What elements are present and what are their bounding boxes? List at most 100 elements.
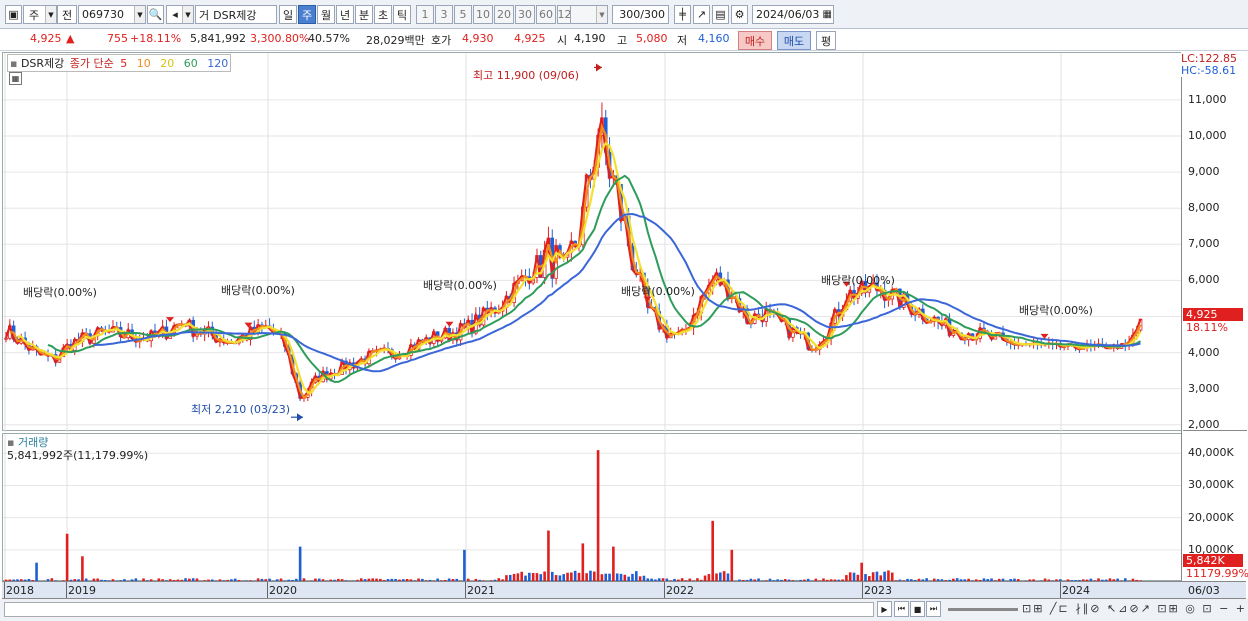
volume-bar <box>65 533 69 582</box>
interval-tab-1[interactable]: 1 <box>416 5 434 24</box>
calendar-icon[interactable]: ▦ <box>823 9 832 20</box>
zoom-slider[interactable] <box>948 608 1018 611</box>
year-tick <box>4 582 5 598</box>
current-price: 4,925 <box>30 32 62 45</box>
high-arrowhead-icon <box>596 63 602 72</box>
amount-value: 28,029백만 <box>366 34 425 47</box>
volume-bar <box>730 549 734 582</box>
interval-tab-20[interactable]: 20 <box>494 5 514 24</box>
stop-icon[interactable]: ■ <box>910 601 925 617</box>
horizontal-scrollbar[interactable] <box>4 602 874 617</box>
period-tab-1[interactable]: 주 <box>298 5 316 24</box>
price-chart-pane[interactable]: ▪ DSR제강 종가 단순 5 10 20 60 120 ▦ 최고 11,900… <box>2 52 1182 432</box>
year-label: 2019 <box>68 584 96 597</box>
year-label: 2024 <box>1062 584 1090 597</box>
search-icon[interactable]: 🔍 <box>147 5 164 24</box>
year-label: 2018 <box>6 584 34 597</box>
legend-dot-icon: ▪ <box>10 57 21 70</box>
volume-bar <box>81 556 84 582</box>
volume-tick-label: 30,000K <box>1188 478 1234 492</box>
speaker-icon: ◂ <box>172 8 178 21</box>
price-tick-label: 6,000 <box>1188 273 1220 287</box>
interval-tab-5[interactable]: 5 <box>454 5 472 24</box>
gear-icon[interactable]: ⚙ <box>731 5 748 24</box>
chart-legend: ▪ DSR제강 종가 단순 5 10 20 60 120 <box>7 54 232 72</box>
period-tab-5[interactable]: 초 <box>374 5 392 24</box>
price-chart-svg <box>3 53 1182 432</box>
stock-name-value: DSR제강 <box>213 8 257 22</box>
grid-toggle-icon[interactable]: ▦ <box>9 72 22 85</box>
price-tick-label: 11,000 <box>1188 92 1227 106</box>
count-field[interactable]: 300/300 <box>612 5 669 24</box>
volume-bar <box>298 546 302 582</box>
price-tick-label: 2,000 <box>1188 417 1220 431</box>
date-field[interactable]: 2024/06/03 ▦ <box>752 5 834 24</box>
legend-ma120: 120 <box>207 57 229 70</box>
high-value: 5,080 <box>636 32 668 45</box>
volume-value: 5,841,992주(11,179.99%) <box>7 449 149 462</box>
year-tick <box>1060 582 1061 598</box>
interval-tab-30[interactable]: 30 <box>515 5 535 24</box>
scroll-right-icon[interactable]: ▶ <box>877 601 892 617</box>
year-tick <box>267 582 268 598</box>
draw-tool-icon[interactable]: ↗ <box>693 5 710 24</box>
interval-tab-3[interactable]: 3 <box>435 5 453 24</box>
save-icon[interactable]: ▤ <box>712 5 729 24</box>
high-annotation: 최고 11,900 (09/06) <box>473 69 580 82</box>
year-tick <box>664 582 665 598</box>
chevron-down-icon: ▼ <box>182 6 193 23</box>
year-tick <box>465 582 466 598</box>
interval-tab-60[interactable]: 60 <box>536 5 556 24</box>
low-label: 저 <box>677 34 688 47</box>
price-tick-label: 8,000 <box>1188 201 1220 215</box>
last-page-icon[interactable]: ⏭ <box>926 601 941 617</box>
volume-tick-label: 20,000K <box>1188 510 1234 524</box>
chevron-down-icon[interactable]: ▼ <box>134 6 145 23</box>
bid-label: 호가 <box>431 34 452 47</box>
volume-bar <box>547 530 550 582</box>
prev-button[interactable]: 전 <box>57 5 77 24</box>
eval-button[interactable]: 평 <box>816 31 836 50</box>
volume-bar <box>860 562 863 582</box>
toolbar: ▣ 주 ▼ 전 069730 ▼ 🔍 ◂ ▼ 거 DSR제강 일주월년분초틱 1 3 5 10… <box>0 0 1248 29</box>
candle-tool-icon[interactable]: ╪ <box>674 5 691 24</box>
sound-select[interactable]: ◂ ▼ <box>166 5 194 24</box>
first-page-icon[interactable]: ⏮ <box>894 601 909 617</box>
ma20-line <box>17 141 1142 394</box>
window-menu-icon[interactable]: ▣ <box>5 5 22 24</box>
drawing-tools[interactable]: ⊡⊞ ╱⊏ ∤∥⊘ ↖⊿⊘↗ ⊡⊞ ◎ ⊡ − + A <box>1022 602 1248 615</box>
period-tab-3[interactable]: 년 <box>336 5 354 24</box>
period-tab-4[interactable]: 분 <box>355 5 373 24</box>
change-value: 755 <box>107 32 128 45</box>
count-value: 300 <box>619 8 641 21</box>
volume-bar <box>463 549 466 582</box>
price-tick-label: 7,000 <box>1188 237 1220 251</box>
chart-type-value: 주 <box>28 8 40 22</box>
period-tab-0[interactable]: 일 <box>279 5 297 24</box>
chart-type-select[interactable]: 주 ▼ <box>23 5 57 24</box>
period-tab-2[interactable]: 월 <box>317 5 335 24</box>
volume-bar <box>35 562 38 582</box>
dividend-annotation-5: 배당락(0.00%) <box>821 274 895 287</box>
volume-chart-pane[interactable]: ▪ 거래량 5,841,992주(11,179.99%) <box>2 433 1182 582</box>
interval-tab-10[interactable]: 10 <box>473 5 493 24</box>
legend-ma20: 20 <box>160 57 175 70</box>
buy-button[interactable]: 매수 <box>738 31 772 50</box>
time-axis: 2018 2019 2020 2021 2022 2023 2024 06/03 <box>2 581 1246 599</box>
year-label: 2023 <box>864 584 892 597</box>
bottom-bar: ▶ ⏮ ■ ⏭ ⊡⊞ ╱⊏ ∤∥⊘ ↖⊿⊘↗ ⊡⊞ ◎ ⊡ − + A <box>0 599 1248 621</box>
price-tick-label: 10,000 <box>1188 129 1227 143</box>
volume-tick-label: 40,000K <box>1188 446 1234 460</box>
interval-select[interactable]: ▼ <box>570 5 608 24</box>
period-tab-6[interactable]: 틱 <box>393 5 411 24</box>
sell-button[interactable]: 매도 <box>777 31 811 50</box>
ask-value: 4,930 <box>462 32 494 45</box>
dividend-annotation-3: 배당락(0.00%) <box>423 279 497 292</box>
end-date-label: 06/03 <box>1188 584 1220 597</box>
stock-code-input[interactable]: 069730 ▼ <box>78 5 146 24</box>
stock-name-field[interactable]: 거 DSR제강 <box>195 5 277 24</box>
chevron-down-icon: ▼ <box>596 6 607 23</box>
legend-ma10: 10 <box>136 57 151 70</box>
right-axis: LC:122.85 HC:-58.61 11,000 10,000 9,000 8,0… <box>1181 52 1248 581</box>
dividend-annotation-6: 배당락(0.00%) <box>1019 304 1093 317</box>
